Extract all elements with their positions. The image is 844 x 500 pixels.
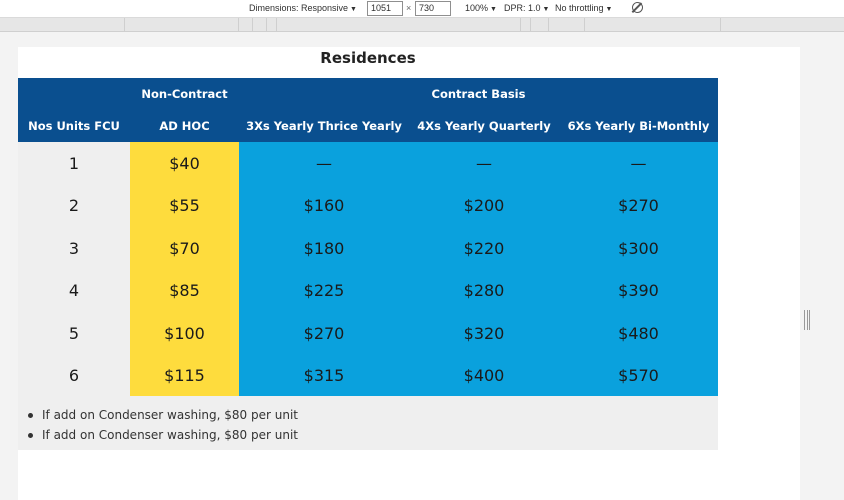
units-cell: 3 bbox=[18, 227, 130, 270]
units-cell: 4 bbox=[18, 269, 130, 312]
notes-list: If add on Condenser washing, $80 per uni… bbox=[28, 405, 718, 445]
ruler-tick bbox=[124, 18, 125, 32]
column-header-units: Nos Units FCU bbox=[18, 110, 130, 142]
quarterly-price-cell: — bbox=[409, 142, 559, 185]
ruler-tick bbox=[548, 18, 549, 32]
quarterly-price-cell: $200 bbox=[409, 184, 559, 227]
rotate-icon[interactable] bbox=[632, 2, 643, 13]
units-cell: 5 bbox=[18, 312, 130, 355]
table-row: 3 $70 $180 $220 $300 bbox=[18, 227, 718, 270]
ruler-tick bbox=[238, 18, 239, 32]
thrice-yearly-price-cell: $270 bbox=[239, 312, 409, 355]
quarterly-price-cell: $280 bbox=[409, 269, 559, 312]
dpr-dropdown[interactable]: DPR: 1.0 ▼ bbox=[504, 3, 549, 13]
adhoc-price-cell: $100 bbox=[130, 312, 239, 355]
list-item: If add on Condenser washing, $80 per uni… bbox=[28, 405, 718, 425]
width-input[interactable]: 1051 bbox=[367, 1, 403, 16]
units-cell: 1 bbox=[18, 142, 130, 185]
throttling-dropdown[interactable]: No throttling ▼ bbox=[555, 3, 612, 13]
page-title: Residences bbox=[320, 49, 416, 67]
thrice-yearly-price-cell: $225 bbox=[239, 269, 409, 312]
column-header-thrice-yearly: 3Xs Yearly Thrice Yearly bbox=[239, 110, 409, 142]
bi-monthly-price-cell: $270 bbox=[559, 184, 718, 227]
table-row: 1 $40 — — — bbox=[18, 142, 718, 185]
quarterly-price-cell: $220 bbox=[409, 227, 559, 270]
ruler-tick bbox=[266, 18, 267, 32]
units-cell: 6 bbox=[18, 354, 130, 397]
ruler-tick bbox=[530, 18, 531, 32]
bi-monthly-price-cell: $570 bbox=[559, 354, 718, 397]
chevron-down-icon: ▼ bbox=[605, 6, 613, 13]
zoom-dropdown[interactable]: 100% ▼ bbox=[465, 3, 497, 13]
ruler-tick bbox=[720, 18, 721, 32]
table-group-header-row: Non-Contract Contract Basis bbox=[18, 78, 718, 110]
ruler-tick bbox=[584, 18, 585, 32]
adhoc-price-cell: $55 bbox=[130, 184, 239, 227]
bi-monthly-price-cell: $480 bbox=[559, 312, 718, 355]
non-contract-header: Non-Contract bbox=[130, 78, 239, 110]
quarterly-price-cell: $400 bbox=[409, 354, 559, 397]
ruler-tick bbox=[520, 18, 521, 32]
thrice-yearly-price-cell: $160 bbox=[239, 184, 409, 227]
chevron-down-icon: ▼ bbox=[490, 6, 497, 13]
table-row: 5 $100 $270 $320 $480 bbox=[18, 312, 718, 355]
adhoc-price-cell: $115 bbox=[130, 354, 239, 397]
zoom-label: 100% bbox=[465, 3, 489, 13]
devtools-device-toolbar: Dimensions: Responsive ▼ 1051 × 730 100% ▼… bbox=[0, 0, 844, 18]
thrice-yearly-price-cell: $180 bbox=[239, 227, 409, 270]
dpr-label: DPR: 1.0 bbox=[504, 3, 541, 13]
table-header-row: Nos Units FCU AD HOC 3Xs Yearly Thrice Y… bbox=[18, 110, 718, 142]
table-row: 2 $55 $160 $200 $270 bbox=[18, 184, 718, 227]
bi-monthly-price-cell: $300 bbox=[559, 227, 718, 270]
thrice-yearly-price-cell: $315 bbox=[239, 354, 409, 397]
adhoc-price-cell: $40 bbox=[130, 142, 239, 185]
resize-handle[interactable] bbox=[804, 310, 810, 330]
adhoc-price-cell: $70 bbox=[130, 227, 239, 270]
table-row: 6 $115 $315 $400 $570 bbox=[18, 354, 718, 397]
column-header-adhoc: AD HOC bbox=[130, 110, 239, 142]
chevron-down-icon: ▼ bbox=[350, 6, 357, 13]
ruler-tick bbox=[252, 18, 253, 32]
bi-monthly-price-cell: — bbox=[559, 142, 718, 185]
table-row: 4 $85 $225 $280 $390 bbox=[18, 269, 718, 312]
throttling-label: No throttling bbox=[555, 3, 604, 13]
adhoc-price-cell: $85 bbox=[130, 269, 239, 312]
column-header-bi-monthly: 6Xs Yearly Bi-Monthly bbox=[559, 110, 718, 142]
notes-box: If add on Condenser washing, $80 per uni… bbox=[18, 396, 718, 450]
quarterly-price-cell: $320 bbox=[409, 312, 559, 355]
column-header-quarterly: 4Xs Yearly Quarterly bbox=[409, 110, 559, 142]
pricing-table: Non-Contract Contract Basis Nos Units FC… bbox=[18, 78, 718, 397]
chevron-down-icon: ▼ bbox=[542, 6, 550, 13]
ruler-tick bbox=[276, 18, 277, 32]
bi-monthly-price-cell: $390 bbox=[559, 269, 718, 312]
height-input[interactable]: 730 bbox=[415, 1, 451, 16]
dimensions-label: Dimensions: Responsive bbox=[249, 3, 349, 13]
media-query-ruler[interactable] bbox=[0, 18, 844, 32]
thrice-yearly-price-cell: — bbox=[239, 142, 409, 185]
units-cell: 2 bbox=[18, 184, 130, 227]
dimensions-dropdown[interactable]: Dimensions: Responsive ▼ bbox=[249, 3, 357, 13]
times-sign: × bbox=[406, 3, 412, 13]
list-item: If add on Condenser washing, $80 per uni… bbox=[28, 425, 718, 445]
empty-header-cell bbox=[18, 78, 130, 110]
contract-basis-header: Contract Basis bbox=[239, 78, 718, 110]
